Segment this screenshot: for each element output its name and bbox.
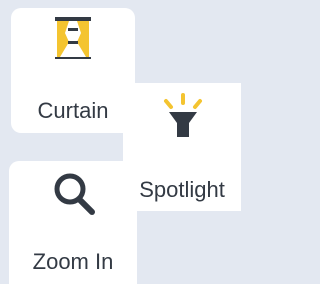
zoom-in-tile[interactable]: Zoom In bbox=[9, 161, 137, 284]
curtain-label: Curtain bbox=[37, 98, 109, 123]
spotlight-tile[interactable]: Spotlight bbox=[123, 83, 241, 211]
curtain-icon bbox=[55, 17, 91, 59]
magnifier-icon bbox=[54, 173, 95, 215]
spotlight-label: Spotlight bbox=[139, 177, 225, 202]
zoom-in-label: Zoom In bbox=[32, 249, 114, 274]
curtain-tile[interactable]: Curtain bbox=[11, 8, 135, 133]
spotlight-icon bbox=[164, 93, 202, 137]
